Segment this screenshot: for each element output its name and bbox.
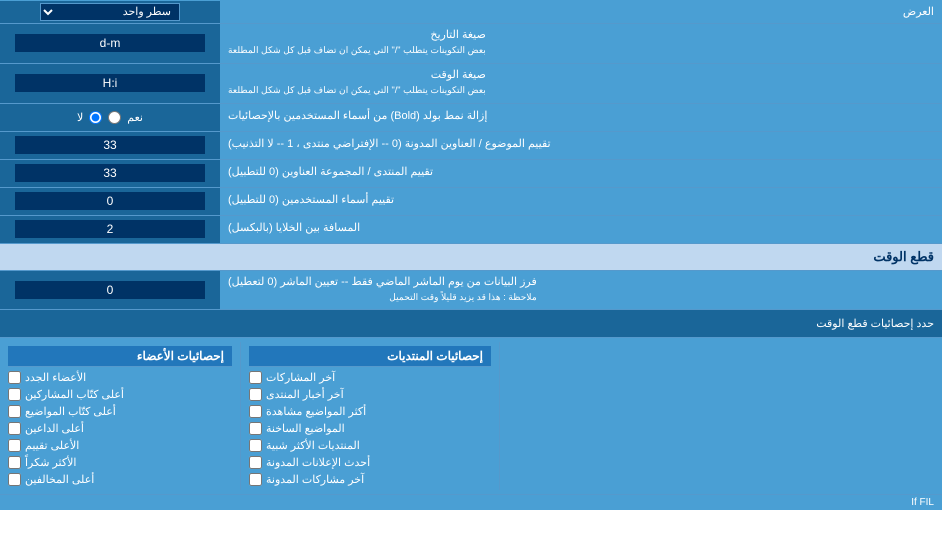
list-item: آخر أخبار المنتدى	[249, 388, 491, 401]
cb-most-popular-forums[interactable]	[249, 439, 262, 452]
stats-cutoff-label: حدد إحصائيات قطع الوقت	[0, 313, 942, 334]
list-item: الأكثر شكراً	[8, 456, 232, 469]
cell-spacing-input[interactable]: 2	[15, 220, 206, 238]
list-item: الأعلى تقييم	[8, 439, 232, 452]
cb-top-topic-writers[interactable]	[8, 405, 21, 418]
list-item: أحدث الإعلانات المدونة	[249, 456, 491, 469]
list-item: المواضيع الساخنة	[249, 422, 491, 435]
bold-radio-group: نعم لا	[69, 109, 151, 126]
checkboxes-area: إحصائيات المنتديات آخر المشاركات آخر أخب…	[0, 338, 942, 494]
list-item: أكثر المواضيع مشاهدة	[249, 405, 491, 418]
list-item: آخر مشاركات المدونة	[249, 473, 491, 486]
list-item: الأعضاء الجدد	[8, 371, 232, 384]
topic-sort-label: تقييم الموضوع / العناوين المدونة (0 -- ا…	[220, 132, 942, 159]
list-item: أعلى المخالفين	[8, 473, 232, 486]
cb-last-blog-posts[interactable]	[249, 473, 262, 486]
bold-no-radio[interactable]	[89, 111, 102, 124]
hint-text: If FIL	[0, 494, 942, 510]
list-item: أعلى كتّاب المشاركين	[8, 388, 232, 401]
date-format-input[interactable]: d-m	[15, 34, 206, 52]
list-item: أعلى كتّاب المواضيع	[8, 405, 232, 418]
cb-latest-announcements[interactable]	[249, 456, 262, 469]
cb-new-members[interactable]	[8, 371, 21, 384]
bold-remove-label: إزالة نمط بولد (Bold) من أسماء المستخدمي…	[220, 104, 942, 131]
cutoff-input[interactable]: 0	[15, 281, 206, 299]
list-item: المنتديات الأكثر شبية	[249, 439, 491, 452]
col2-header: إحصائيات الأعضاء	[8, 346, 232, 367]
cb-top-posters[interactable]	[8, 388, 21, 401]
bold-no-label: لا	[77, 111, 83, 124]
topic-sort-input[interactable]: 33	[15, 136, 206, 154]
cell-spacing-label: المسافة بين الخلايا (بالبكسل)	[220, 216, 942, 243]
cutoff-section-header: قطع الوقت	[0, 244, 942, 271]
cutoff-label: فرز البيانات من يوم الماشر الماضي فقط --…	[220, 271, 942, 310]
display-select[interactable]: سطر واحد سطرين ثلاثة أسطر	[40, 3, 180, 21]
users-sort-label: تقييم أسماء المستخدمين (0 للتطبيل)	[220, 188, 942, 215]
time-format-label: صيغة الوقتبعض التكوينات يتطلب "/" التي ي…	[220, 64, 942, 103]
list-item: آخر المشاركات	[249, 371, 491, 384]
time-format-input[interactable]: H:i	[15, 74, 206, 92]
cb-top-violators[interactable]	[8, 473, 21, 486]
cb-most-viewed[interactable]	[249, 405, 262, 418]
col1-header: إحصائيات المنتديات	[249, 346, 491, 367]
cb-hot-topics[interactable]	[249, 422, 262, 435]
bold-yes-radio[interactable]	[108, 111, 121, 124]
cb-most-thanked[interactable]	[8, 456, 21, 469]
list-item: أعلى الداعين	[8, 422, 232, 435]
bold-yes-label: نعم	[127, 111, 143, 124]
cb-last-news[interactable]	[249, 388, 262, 401]
cb-last-posts[interactable]	[249, 371, 262, 384]
forum-sort-input[interactable]: 33	[15, 164, 206, 182]
header-label: العرض	[220, 2, 942, 21]
forum-sort-label: تقييم المنتدى / المجموعة العناوين (0 للت…	[220, 160, 942, 187]
date-format-label: صيغة التاريخبعض التكوينات يتطلب "/" التي…	[220, 24, 942, 63]
cb-top-inviters[interactable]	[8, 422, 21, 435]
users-sort-input[interactable]: 0	[15, 192, 206, 210]
cb-top-rated[interactable]	[8, 439, 21, 452]
